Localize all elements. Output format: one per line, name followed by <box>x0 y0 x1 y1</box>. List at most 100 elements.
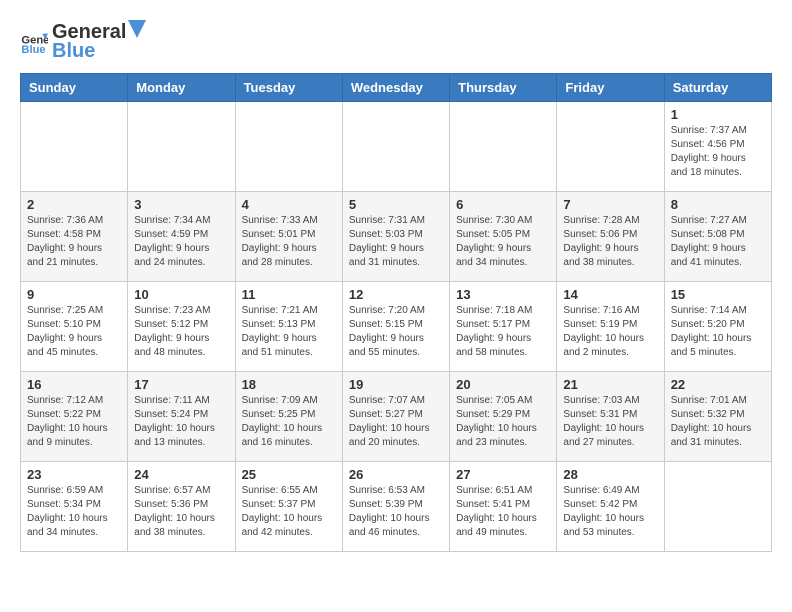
day-number: 28 <box>563 467 657 482</box>
calendar-week-5: 23 Sunrise: 6:59 AM Sunset: 5:34 PM Dayli… <box>21 462 772 552</box>
calendar-cell: 10Sunrise: 7:23 AM Sunset: 5:12 PM Dayli… <box>128 282 235 372</box>
day-info: Sunrise: 7:21 AM Sunset: 5:13 PM Dayligh… <box>242 304 336 360</box>
calendar-cell <box>450 102 557 192</box>
calendar-cell: 24 Sunrise: 6:57 AM Sunset: 5:36 PM Dayli… <box>128 462 235 552</box>
day-info: Sunrise: 7:09 AM Sunset: 5:25 PM Dayligh… <box>242 394 336 450</box>
calendar-cell: 23 Sunrise: 6:59 AM Sunset: 5:34 PM Dayli… <box>21 462 128 552</box>
calendar-cell: 7 Sunrise: 7:28 AM Sunset: 5:06 PM Daylig… <box>557 192 664 282</box>
day-number: 24 <box>134 467 228 482</box>
day-info: Sunrise: 7:28 AM Sunset: 5:06 PM Dayligh… <box>563 214 657 270</box>
day-info: Sunrise: 7:25 AM Sunset: 5:10 PM Dayligh… <box>27 304 121 360</box>
day-info: Sunrise: 7:14 AM Sunset: 5:20 PM Dayligh… <box>671 304 765 360</box>
day-number: 26 <box>349 467 443 482</box>
calendar-cell: 18 Sunrise: 7:09 AM Sunset: 5:25 PM Dayli… <box>235 372 342 462</box>
calendar-cell: 3 Sunrise: 7:34 AM Sunset: 4:59 PM Daylig… <box>128 192 235 282</box>
day-number: 11 <box>242 287 336 302</box>
calendar-cell: 26 Sunrise: 6:53 AM Sunset: 5:39 PM Dayli… <box>342 462 449 552</box>
calendar-cell: 8 Sunrise: 7:27 AM Sunset: 5:08 PM Daylig… <box>664 192 771 282</box>
day-number: 18 <box>242 377 336 392</box>
day-info: Sunrise: 7:05 AM Sunset: 5:29 PM Dayligh… <box>456 394 550 450</box>
calendar-cell <box>128 102 235 192</box>
day-number: 1 <box>671 107 765 122</box>
calendar-cell: 27 Sunrise: 6:51 AM Sunset: 5:41 PM Dayli… <box>450 462 557 552</box>
day-info: Sunrise: 7:31 AM Sunset: 5:03 PM Dayligh… <box>349 214 443 270</box>
weekday-header-friday: Friday <box>557 74 664 102</box>
calendar-cell <box>21 102 128 192</box>
calendar-cell: 22 Sunrise: 7:01 AM Sunset: 5:32 PM Dayli… <box>664 372 771 462</box>
day-number: 15 <box>671 287 765 302</box>
calendar-week-3: 9Sunrise: 7:25 AM Sunset: 5:10 PM Daylig… <box>21 282 772 372</box>
day-number: 22 <box>671 377 765 392</box>
calendar-cell: 1 Sunrise: 7:37 AM Sunset: 4:56 PM Daylig… <box>664 102 771 192</box>
day-info: Sunrise: 7:36 AM Sunset: 4:58 PM Dayligh… <box>27 214 121 270</box>
day-number: 14 <box>563 287 657 302</box>
weekday-header-wednesday: Wednesday <box>342 74 449 102</box>
day-info: Sunrise: 7:30 AM Sunset: 5:05 PM Dayligh… <box>456 214 550 270</box>
day-info: Sunrise: 6:57 AM Sunset: 5:36 PM Dayligh… <box>134 484 228 540</box>
day-number: 16 <box>27 377 121 392</box>
weekday-header-thursday: Thursday <box>450 74 557 102</box>
day-number: 21 <box>563 377 657 392</box>
day-number: 4 <box>242 197 336 212</box>
weekday-header-tuesday: Tuesday <box>235 74 342 102</box>
calendar-cell <box>235 102 342 192</box>
day-info: Sunrise: 6:51 AM Sunset: 5:41 PM Dayligh… <box>456 484 550 540</box>
day-number: 27 <box>456 467 550 482</box>
day-info: Sunrise: 7:12 AM Sunset: 5:22 PM Dayligh… <box>27 394 121 450</box>
weekday-header-sunday: Sunday <box>21 74 128 102</box>
logo-icon: General Blue <box>20 28 48 56</box>
day-info: Sunrise: 6:55 AM Sunset: 5:37 PM Dayligh… <box>242 484 336 540</box>
calendar-cell: 12Sunrise: 7:20 AM Sunset: 5:15 PM Dayli… <box>342 282 449 372</box>
calendar-cell: 11 Sunrise: 7:21 AM Sunset: 5:13 PM Dayli… <box>235 282 342 372</box>
day-info: Sunrise: 6:53 AM Sunset: 5:39 PM Dayligh… <box>349 484 443 540</box>
calendar-cell <box>342 102 449 192</box>
calendar-week-1: 1 Sunrise: 7:37 AM Sunset: 4:56 PM Daylig… <box>21 102 772 192</box>
calendar-cell: 14Sunrise: 7:16 AM Sunset: 5:19 PM Dayli… <box>557 282 664 372</box>
day-info: Sunrise: 7:23 AM Sunset: 5:12 PM Dayligh… <box>134 304 228 360</box>
day-info: Sunrise: 7:33 AM Sunset: 5:01 PM Dayligh… <box>242 214 336 270</box>
day-info: Sunrise: 6:49 AM Sunset: 5:42 PM Dayligh… <box>563 484 657 540</box>
day-number: 3 <box>134 197 228 212</box>
calendar-week-4: 16 Sunrise: 7:12 AM Sunset: 5:22 PM Dayli… <box>21 372 772 462</box>
day-number: 20 <box>456 377 550 392</box>
calendar-cell: 2Sunrise: 7:36 AM Sunset: 4:58 PM Daylig… <box>21 192 128 282</box>
calendar-cell: 6 Sunrise: 7:30 AM Sunset: 5:05 PM Daylig… <box>450 192 557 282</box>
calendar-header-row: SundayMondayTuesdayWednesdayThursdayFrid… <box>21 74 772 102</box>
calendar-cell: 25 Sunrise: 6:55 AM Sunset: 5:37 PM Dayli… <box>235 462 342 552</box>
calendar-cell: 13 Sunrise: 7:18 AM Sunset: 5:17 PM Dayli… <box>450 282 557 372</box>
calendar-cell: 20 Sunrise: 7:05 AM Sunset: 5:29 PM Dayli… <box>450 372 557 462</box>
calendar-cell: 9Sunrise: 7:25 AM Sunset: 5:10 PM Daylig… <box>21 282 128 372</box>
calendar-cell: 17Sunrise: 7:11 AM Sunset: 5:24 PM Dayli… <box>128 372 235 462</box>
day-info: Sunrise: 7:03 AM Sunset: 5:31 PM Dayligh… <box>563 394 657 450</box>
day-number: 7 <box>563 197 657 212</box>
day-number: 23 <box>27 467 121 482</box>
day-number: 13 <box>456 287 550 302</box>
calendar-table: SundayMondayTuesdayWednesdayThursdayFrid… <box>20 73 772 552</box>
weekday-header-monday: Monday <box>128 74 235 102</box>
logo-triangle-icon <box>128 20 146 38</box>
day-number: 25 <box>242 467 336 482</box>
calendar-cell: 4 Sunrise: 7:33 AM Sunset: 5:01 PM Daylig… <box>235 192 342 282</box>
day-info: Sunrise: 7:07 AM Sunset: 5:27 PM Dayligh… <box>349 394 443 450</box>
calendar-cell: 15 Sunrise: 7:14 AM Sunset: 5:20 PM Dayli… <box>664 282 771 372</box>
day-number: 5 <box>349 197 443 212</box>
day-info: Sunrise: 7:18 AM Sunset: 5:17 PM Dayligh… <box>456 304 550 360</box>
calendar-cell: 5 Sunrise: 7:31 AM Sunset: 5:03 PM Daylig… <box>342 192 449 282</box>
day-number: 12 <box>349 287 443 302</box>
svg-text:Blue: Blue <box>21 44 45 56</box>
weekday-header-saturday: Saturday <box>664 74 771 102</box>
day-info: Sunrise: 7:27 AM Sunset: 5:08 PM Dayligh… <box>671 214 765 270</box>
day-info: Sunrise: 7:01 AM Sunset: 5:32 PM Dayligh… <box>671 394 765 450</box>
day-info: Sunrise: 7:11 AM Sunset: 5:24 PM Dayligh… <box>134 394 228 450</box>
day-info: Sunrise: 7:34 AM Sunset: 4:59 PM Dayligh… <box>134 214 228 270</box>
day-number: 6 <box>456 197 550 212</box>
calendar-cell: 21 Sunrise: 7:03 AM Sunset: 5:31 PM Dayli… <box>557 372 664 462</box>
day-info: Sunrise: 7:37 AM Sunset: 4:56 PM Dayligh… <box>671 124 765 180</box>
calendar-cell: 28 Sunrise: 6:49 AM Sunset: 5:42 PM Dayli… <box>557 462 664 552</box>
logo: General Blue General Blue <box>20 20 146 63</box>
calendar-cell <box>557 102 664 192</box>
day-number: 19 <box>349 377 443 392</box>
day-info: Sunrise: 6:59 AM Sunset: 5:34 PM Dayligh… <box>27 484 121 540</box>
day-number: 8 <box>671 197 765 212</box>
calendar-cell: 19 Sunrise: 7:07 AM Sunset: 5:27 PM Dayli… <box>342 372 449 462</box>
